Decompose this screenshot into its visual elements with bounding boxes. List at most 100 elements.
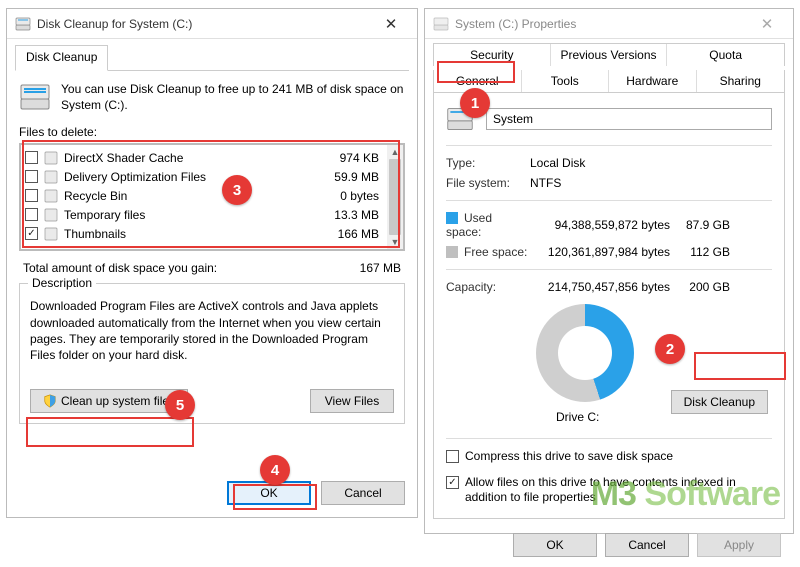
compress-checkbox[interactable] (446, 450, 459, 463)
file-checkbox[interactable] (25, 189, 38, 202)
drive-c-label: Drive C: (556, 410, 599, 424)
type-label: Type: (446, 156, 530, 170)
drive-properties-window: System (C:) Properties ✕ SecurityPreviou… (424, 8, 794, 534)
drive-name-row (446, 105, 772, 133)
close-button[interactable]: ✕ (747, 15, 787, 33)
free-space-bytes: 120,361,897,984 bytes (530, 245, 670, 259)
scroll-up-icon[interactable]: ▲ (391, 147, 400, 157)
file-name: Recycle Bin (64, 189, 312, 203)
file-row[interactable]: Thumbnails 166 MB (25, 224, 383, 243)
file-size: 166 MB (318, 227, 383, 241)
free-space-gb: 112 GB (670, 245, 730, 259)
file-size: 974 KB (318, 151, 383, 165)
file-name: Thumbnails (64, 227, 312, 241)
file-checkbox[interactable] (25, 151, 38, 164)
used-space-gb: 87.9 GB (670, 218, 730, 232)
description-legend: Description (28, 276, 96, 290)
file-size: 59.9 MB (318, 170, 383, 184)
total-label: Total amount of disk space you gain: (23, 261, 321, 275)
window-title: Disk Cleanup for System (C:) (37, 17, 371, 31)
file-row[interactable]: Delivery Optimization Files 59.9 MB (25, 167, 383, 186)
usage-chart-area: Drive C: Disk Cleanup (446, 298, 772, 428)
annotation-badge-3: 3 (222, 175, 252, 205)
files-listbox[interactable]: DirectX Shader Cache 974 KB Delivery Optim… (19, 143, 405, 251)
disk-cleanup-window: Disk Cleanup for System (C:) ✕ Disk Clea… (6, 8, 418, 518)
drive-icon (433, 16, 449, 32)
view-files-button[interactable]: View Files (310, 389, 394, 413)
drive-name-input[interactable] (486, 108, 772, 130)
annotation-badge-2: 2 (655, 334, 685, 364)
intro-row: You can use Disk Cleanup to free up to 2… (15, 81, 409, 123)
scroll-thumb[interactable] (389, 159, 401, 235)
file-name: DirectX Shader Cache (64, 151, 312, 165)
m3-software-watermark: M3 Software (591, 475, 780, 514)
total-value: 167 MB (321, 261, 401, 275)
tab-body: You can use Disk Cleanup to free up to 2… (15, 70, 409, 424)
dialog-buttons: OK Cancel (227, 481, 405, 505)
file-icon (44, 151, 58, 165)
ok-button[interactable]: OK (227, 481, 311, 505)
file-name: Temporary files (64, 208, 312, 222)
description-group: Description Downloaded Program Files are… (19, 283, 405, 424)
free-space-label: Free space: (446, 245, 530, 259)
file-icon (44, 189, 58, 203)
annotation-badge-4: 4 (260, 455, 290, 485)
free-swatch-icon (446, 246, 458, 258)
scroll-down-icon[interactable]: ▼ (391, 237, 400, 247)
file-row[interactable]: DirectX Shader Cache 974 KB (25, 148, 383, 167)
file-size: 13.3 MB (318, 208, 383, 222)
filesystem-label: File system: (446, 176, 530, 190)
cancel-button[interactable]: Cancel (605, 533, 689, 557)
scrollbar[interactable]: ▲ ▼ (387, 145, 403, 249)
compress-label: Compress this drive to save disk space (465, 449, 673, 465)
general-tab-body: Type: Local Disk File system: NTFS Used … (433, 92, 785, 519)
tab-quota[interactable]: Quota (667, 44, 784, 66)
tab-hardware[interactable]: Hardware (609, 70, 697, 92)
cleanup-icon (19, 81, 51, 113)
file-checkbox[interactable] (25, 227, 38, 240)
file-checkbox[interactable] (25, 170, 38, 183)
capacity-bytes: 214,750,457,856 bytes (530, 280, 670, 294)
titlebar[interactable]: System (C:) Properties ✕ (425, 9, 793, 39)
ok-button[interactable]: OK (513, 533, 597, 557)
tab-disk-cleanup[interactable]: Disk Cleanup (15, 45, 108, 71)
used-space-label: Used space: (446, 211, 530, 239)
apply-button[interactable]: Apply (697, 533, 781, 557)
drive-icon (15, 16, 31, 32)
titlebar[interactable]: Disk Cleanup for System (C:) ✕ (7, 9, 417, 39)
index-checkbox[interactable] (446, 476, 459, 489)
files-to-delete-label: Files to delete: (15, 123, 409, 143)
file-icon (44, 227, 58, 241)
compress-checkbox-row[interactable]: Compress this drive to save disk space (446, 449, 772, 465)
tabs-row-top: SecurityPrevious VersionsQuota (433, 43, 785, 66)
tabs-row-bottom: GeneralToolsHardwareSharing (433, 70, 785, 92)
file-icon (44, 170, 58, 184)
window-title: System (C:) Properties (455, 17, 747, 31)
file-size: 0 bytes (318, 189, 383, 203)
annotation-badge-5: 5 (165, 390, 195, 420)
annotation-badge-1: 1 (460, 88, 490, 118)
dialog-buttons: OK Cancel Apply (425, 525, 793, 567)
usage-donut-chart (536, 304, 634, 402)
description-text: Downloaded Program Files are ActiveX con… (30, 298, 394, 363)
tab-security[interactable]: Security (434, 44, 551, 66)
disk-cleanup-button[interactable]: Disk Cleanup (671, 390, 768, 414)
tab-previous-versions[interactable]: Previous Versions (551, 44, 668, 66)
shield-icon (43, 394, 57, 408)
used-space-bytes: 94,388,559,872 bytes (530, 218, 670, 232)
tab-sharing[interactable]: Sharing (697, 70, 785, 92)
file-row[interactable]: Recycle Bin 0 bytes (25, 186, 383, 205)
capacity-gb: 200 GB (670, 280, 730, 294)
file-name: Delivery Optimization Files (64, 170, 312, 184)
intro-text: You can use Disk Cleanup to free up to 2… (61, 81, 405, 113)
file-checkbox[interactable] (25, 208, 38, 221)
tab-tools[interactable]: Tools (522, 70, 610, 92)
used-swatch-icon (446, 212, 458, 224)
close-button[interactable]: ✕ (371, 15, 411, 33)
file-icon (44, 208, 58, 222)
filesystem-value: NTFS (530, 176, 772, 190)
clean-system-files-label: Clean up system files (61, 394, 175, 408)
type-value: Local Disk (530, 156, 772, 170)
file-row[interactable]: Temporary files 13.3 MB (25, 205, 383, 224)
cancel-button[interactable]: Cancel (321, 481, 405, 505)
